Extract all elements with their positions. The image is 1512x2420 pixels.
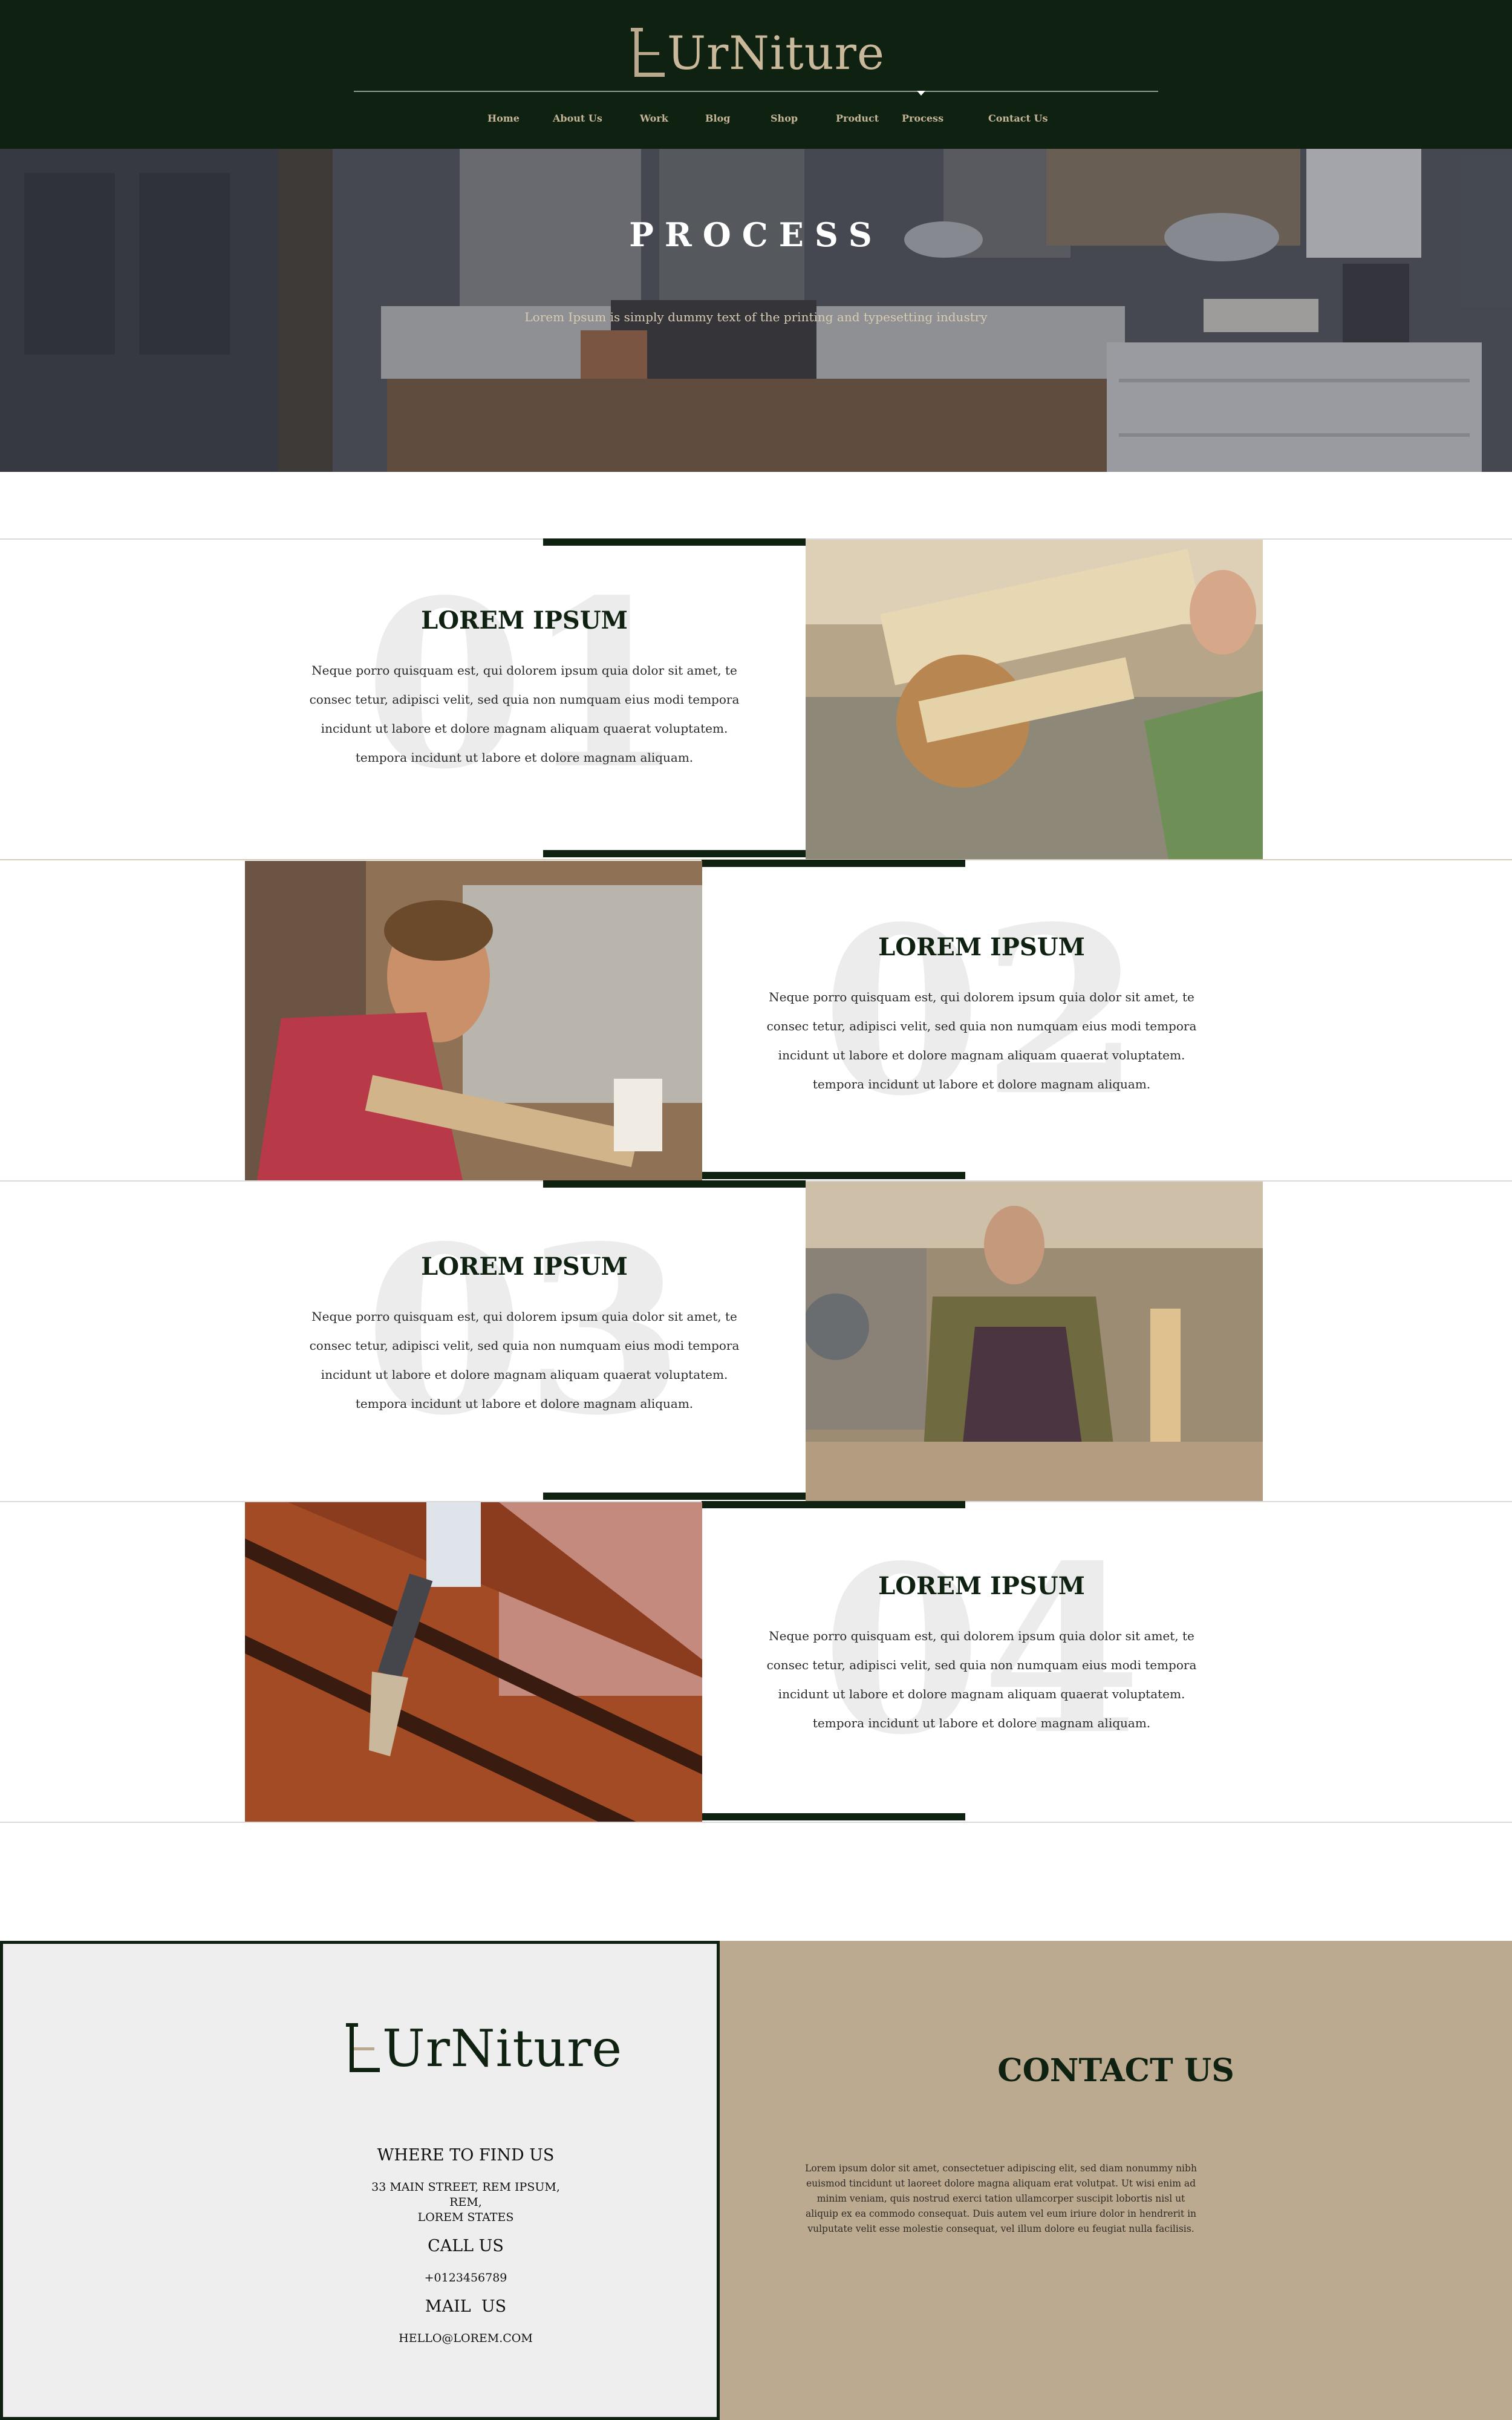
step-3-photo <box>806 1182 1263 1501</box>
nav-process[interactable]: Process <box>902 113 943 124</box>
footer-brand-name: UrNiture <box>382 2019 623 2078</box>
process-step-1: 01 LOREM IPSUM Neque porro quisquam est,… <box>295 540 754 859</box>
address-line-2: REM, <box>449 2196 482 2209</box>
address-line-1: 33 MAIN STREET, REM IPSUM, <box>371 2180 560 2194</box>
footer-brand-logo[interactable]: UrNiture <box>346 2018 623 2078</box>
step-title: LOREM IPSUM <box>421 1252 628 1281</box>
step-2-photo <box>245 861 702 1180</box>
nav-work[interactable]: Work <box>640 113 668 124</box>
brand-logo[interactable]: UrNiture <box>631 23 885 77</box>
nav-blog[interactable]: Blog <box>705 113 730 124</box>
process-step-2: 02 LOREM IPSUM Neque porro quisquam est,… <box>752 866 1211 1186</box>
step-4-photo <box>245 1502 702 1822</box>
email-address[interactable]: HELLO@LOREM.COM <box>284 2331 647 2346</box>
mail-us-heading: MAIL US <box>425 2297 507 2316</box>
step-title: LOREM IPSUM <box>878 933 1085 961</box>
contact-description: Lorem ipsum dolor sit amet, consectetuer… <box>805 2163 1197 2234</box>
step-title: LOREM IPSUM <box>878 1572 1085 1600</box>
find-us-heading: WHERE TO FIND US <box>377 2146 555 2165</box>
chair-logo-icon <box>346 2023 380 2073</box>
main-nav: Home About Us Work Blog Shop Product Pro… <box>0 113 1512 131</box>
step-1-photo <box>806 540 1263 859</box>
step-description: Neque porro quisquam est, qui dolorem ip… <box>309 663 740 765</box>
step-description: Neque porro quisquam est, qui dolorem ip… <box>309 1309 740 1411</box>
nav-home[interactable]: Home <box>487 113 520 124</box>
step-description: Neque porro quisquam est, qui dolorem ip… <box>766 990 1197 1091</box>
step-description: Neque porro quisquam est, qui dolorem ip… <box>766 1629 1197 1730</box>
nav-product[interactable]: Product <box>836 113 879 124</box>
hero-banner: PROCESS Lorem Ipsum is simply dummy text… <box>0 149 1512 472</box>
nav-contact-us[interactable]: Contact Us <box>988 113 1048 124</box>
hero-subtitle: Lorem Ipsum is simply dummy text of the … <box>524 310 988 324</box>
address-line-3: LOREM STATES <box>417 2211 514 2224</box>
nav-divider <box>354 91 1158 92</box>
page-title: PROCESS <box>629 215 883 254</box>
process-step-3: 03 LOREM IPSUM Neque porro quisquam est,… <box>295 1186 754 1505</box>
chair-logo-icon <box>631 28 665 77</box>
call-us-heading: CALL US <box>428 2237 504 2255</box>
active-nav-indicator-icon <box>917 91 925 96</box>
nav-about-us[interactable]: About Us <box>553 113 602 124</box>
process-step-4: 04 LOREM IPSUM Neque porro quisquam est,… <box>752 1505 1211 1825</box>
phone-number[interactable]: +0123456789 <box>284 2271 647 2285</box>
nav-shop[interactable]: Shop <box>771 113 798 124</box>
brand-name: UrNiture <box>667 26 885 80</box>
contact-title: CONTACT US <box>997 2052 1234 2089</box>
step-title: LOREM IPSUM <box>421 606 628 635</box>
site-header: UrNiture Home About Us Work Blog Shop Pr… <box>0 0 1512 149</box>
